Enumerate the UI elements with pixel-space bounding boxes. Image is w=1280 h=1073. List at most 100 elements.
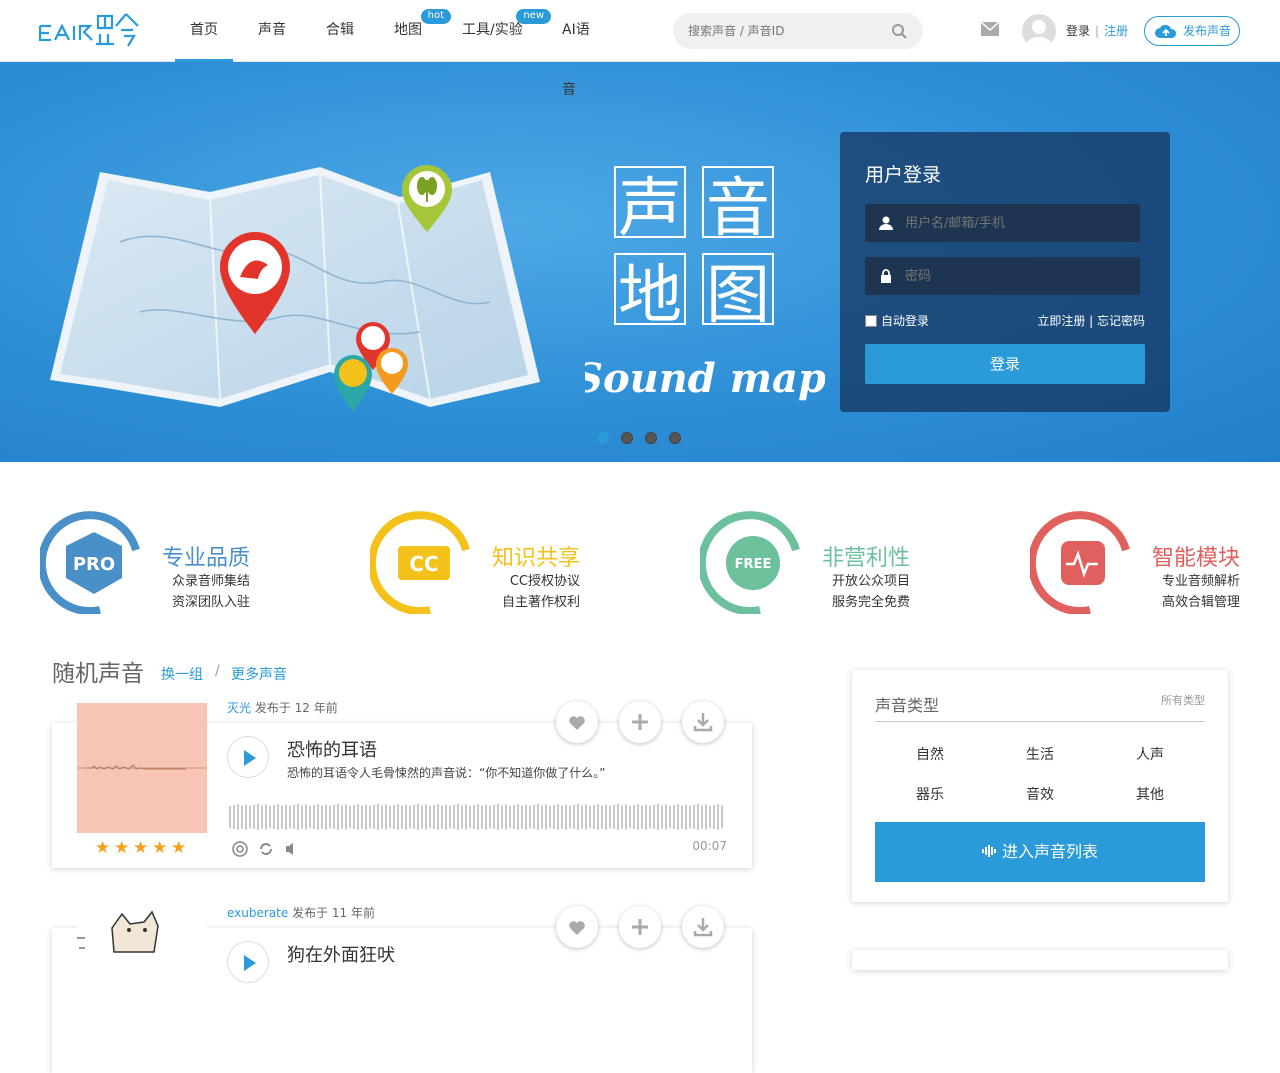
nav-tools[interactable]: 工具/实验 new — [447, 0, 551, 62]
publish-button[interactable]: 发布声音 — [1144, 16, 1240, 46]
login-button[interactable]: 登录 — [865, 344, 1145, 384]
download-button[interactable] — [682, 906, 724, 948]
all-types-link[interactable]: 所有类型 — [1161, 692, 1205, 708]
banner-subtitle: Sound map — [585, 355, 825, 402]
waveform-bar — [681, 805, 683, 829]
waveform-bar — [345, 804, 347, 830]
feature-desc: 开放公众项目 服务完全免费 — [831, 574, 910, 610]
logo[interactable] — [38, 12, 142, 48]
nav-map[interactable]: 地图 hot — [379, 0, 451, 62]
play-button[interactable] — [227, 736, 269, 778]
nav-albums[interactable]: 合辑 — [311, 0, 379, 62]
auto-login[interactable]: 自动登录 — [865, 312, 929, 329]
category-nature[interactable]: 自然 — [900, 744, 960, 764]
cc-license-icon[interactable] — [232, 841, 248, 857]
banner-title-art: 声 音 地 图 Sound map — [585, 166, 825, 402]
waveform-bar — [269, 806, 271, 828]
waveform-bar — [441, 805, 443, 829]
waveform-bar — [413, 805, 415, 829]
waveform-bar — [485, 804, 487, 830]
panel-title: 声音类型 — [875, 696, 940, 715]
feature-title: 知识共享 — [492, 546, 581, 571]
waveform-bar — [581, 805, 583, 829]
waveform-bar — [493, 805, 495, 829]
waveform-bar — [365, 804, 367, 830]
category-life[interactable]: 生活 — [1010, 744, 1070, 764]
author-link[interactable]: 灭光 — [227, 701, 251, 715]
author-link[interactable]: exuberate — [227, 906, 288, 920]
auto-login-checkbox[interactable] — [865, 314, 877, 327]
waveform-bar — [333, 805, 335, 829]
like-button[interactable] — [556, 906, 598, 948]
user-icon — [879, 216, 893, 230]
waveform-bar — [361, 805, 363, 829]
waveform-bar — [389, 806, 391, 828]
search-input[interactable] — [673, 13, 873, 49]
waveform-bar — [629, 806, 631, 828]
play-button[interactable] — [227, 941, 269, 983]
sound-title[interactable]: 恐怖的耳语 — [287, 736, 377, 762]
waveform-bar — [245, 804, 247, 830]
waveform-bar — [701, 805, 703, 829]
waveform-bar — [301, 805, 303, 829]
waveform-bar — [397, 804, 399, 830]
waveform-bar — [257, 804, 259, 830]
waveform-bar — [249, 806, 251, 828]
waveform-bar — [477, 804, 479, 830]
waveform-bar — [469, 806, 471, 828]
enter-sound-list-button[interactable]: 进入声音列表 — [875, 822, 1205, 882]
cloud-upload-icon — [1155, 24, 1177, 38]
category-other[interactable]: 其他 — [1120, 784, 1180, 804]
volume-icon[interactable] — [284, 841, 300, 857]
carousel-dot[interactable] — [597, 432, 609, 444]
waveform-bar — [373, 805, 375, 829]
carousel-dot[interactable] — [645, 432, 657, 444]
download-icon — [693, 713, 713, 732]
password-input[interactable] — [905, 257, 1130, 295]
waveform-bar — [637, 804, 639, 830]
carousel-dot[interactable] — [669, 432, 681, 444]
waveform-bar — [697, 804, 699, 830]
category-voice[interactable]: 人声 — [1120, 744, 1180, 764]
sound-thumbnail[interactable] — [77, 908, 207, 1038]
carousel-dot[interactable] — [621, 432, 633, 444]
pro-icon: PRO — [40, 511, 140, 614]
waveform-bar — [349, 806, 351, 828]
waveform[interactable] — [229, 801, 726, 833]
add-button[interactable] — [619, 906, 661, 948]
more-sounds-link[interactable]: 更多声音 — [231, 664, 287, 684]
nav-home[interactable]: 首页 — [175, 0, 233, 62]
register-link[interactable]: 注册 — [1104, 24, 1128, 38]
sound-title[interactable]: 狗在外面狂吠 — [287, 941, 395, 967]
waveform-bar — [437, 804, 439, 830]
shuffle-link[interactable]: 换一组 — [161, 664, 203, 684]
waveform-bar — [337, 804, 339, 830]
waveform-bar — [481, 805, 483, 829]
login-link[interactable]: 登录 — [1066, 24, 1090, 38]
waveform-bar — [237, 804, 239, 830]
category-effects[interactable]: 音效 — [1010, 784, 1070, 804]
login-title: 用户登录 — [865, 164, 942, 186]
waveform-bar — [421, 805, 423, 829]
nav-sounds[interactable]: 声音 — [243, 0, 311, 62]
avatar[interactable] — [1022, 14, 1056, 48]
register-forgot-links[interactable]: 立即注册 | 忘记密码 — [1037, 312, 1145, 329]
like-button[interactable] — [556, 701, 598, 743]
waveform-bar — [409, 806, 411, 828]
plus-icon — [632, 714, 648, 730]
banner-map-illustration — [50, 165, 540, 412]
nav-label: 首页 — [190, 22, 218, 38]
add-button[interactable] — [619, 701, 661, 743]
carousel-dots — [597, 432, 693, 444]
sound-thumbnail[interactable] — [77, 703, 207, 833]
loop-icon[interactable] — [258, 841, 274, 857]
search-icon[interactable] — [891, 23, 907, 39]
download-button[interactable] — [682, 701, 724, 743]
waveform-bar — [713, 805, 715, 829]
post-time: 发布于 11 年前 — [292, 906, 375, 920]
auto-login-label: 自动登录 — [881, 314, 930, 328]
mail-icon[interactable] — [981, 22, 999, 36]
username-input[interactable] — [905, 204, 1130, 242]
nav-ai-voice[interactable]: AI语音 — [547, 0, 617, 98]
category-instrument[interactable]: 器乐 — [900, 784, 960, 804]
